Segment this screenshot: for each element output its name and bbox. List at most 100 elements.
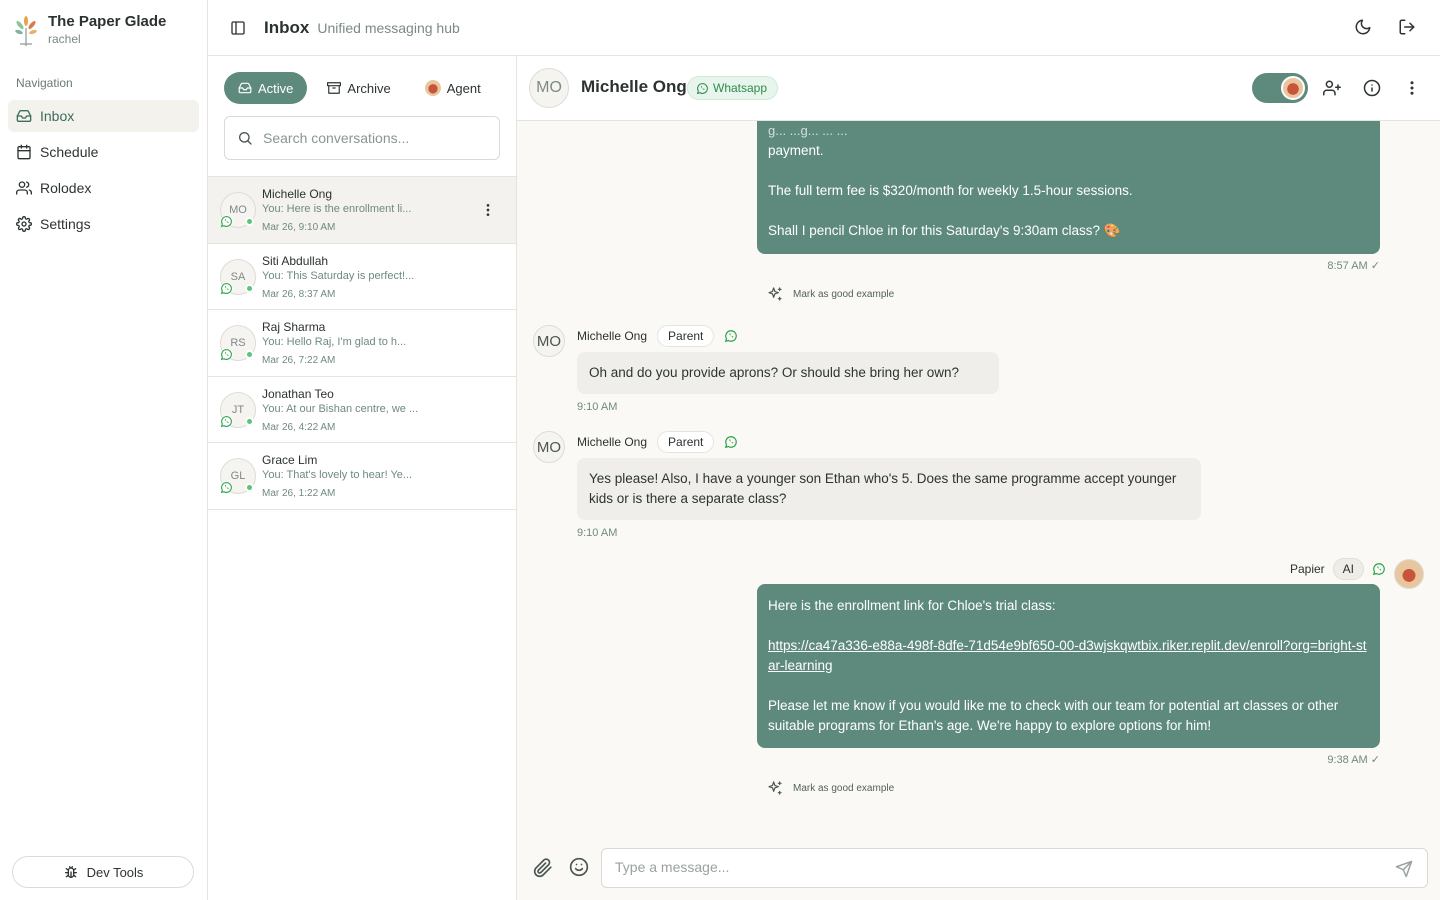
mark-good-example-button[interactable]: Mark as good example bbox=[767, 286, 894, 302]
mark-good-label: Mark as good example bbox=[793, 288, 895, 300]
conversation-item[interactable]: MO Michelle Ong You: Here is the enrollm… bbox=[208, 177, 516, 244]
online-indicator bbox=[245, 217, 254, 226]
inbox-icon bbox=[238, 82, 252, 94]
nav-item-label: Settings bbox=[40, 216, 91, 232]
conversation-item[interactable]: RS Raj Sharma You: Hello Raj, I'm glad t… bbox=[208, 310, 516, 377]
paperclip-icon[interactable] bbox=[533, 858, 553, 878]
dev-tools-button[interactable]: Dev Tools bbox=[12, 856, 194, 888]
sender-line: Michelle Ong Parent bbox=[577, 431, 738, 453]
ai-badge: AI bbox=[1332, 558, 1364, 580]
enrollment-link[interactable]: https://ca47a336-e88a-498f-8dfe-71d54e9b… bbox=[768, 638, 1367, 673]
tab-archive[interactable]: Archive bbox=[313, 72, 404, 104]
online-indicator bbox=[245, 416, 254, 426]
page-title: Inbox bbox=[264, 17, 310, 37]
contact-name: Michelle Ong bbox=[581, 77, 687, 96]
conversation-preview: You: This Saturday is perfect!... bbox=[262, 269, 415, 282]
left-nav: The Paper Glade rachel Navigation Inbox … bbox=[0, 0, 208, 900]
app-root: The Paper Glade rachel Navigation Inbox … bbox=[0, 0, 1440, 900]
message-text: The full term fee is $320/month for week… bbox=[768, 183, 1133, 198]
conversation-name: Raj Sharma bbox=[262, 320, 326, 334]
whatsapp-icon bbox=[696, 82, 708, 94]
tab-active[interactable]: Active bbox=[224, 72, 308, 104]
archive-icon bbox=[327, 82, 342, 94]
sender-avatar: MO bbox=[533, 431, 565, 463]
emoji-icon[interactable] bbox=[569, 857, 589, 877]
role-badge: Parent bbox=[657, 325, 715, 347]
conversation-name: Michelle Ong bbox=[262, 187, 333, 201]
search-input[interactable] bbox=[263, 130, 483, 146]
nav-heading: Navigation bbox=[16, 76, 73, 90]
logout-icon[interactable] bbox=[1398, 18, 1416, 36]
tab-label: Archive bbox=[347, 80, 391, 96]
online-indicator bbox=[245, 283, 254, 293]
sender-line: Papier AI bbox=[1290, 558, 1386, 580]
sender-name: Michelle Ong bbox=[577, 435, 648, 449]
incoming-message: Oh and do you provide aprons? Or should … bbox=[577, 352, 999, 394]
brand[interactable]: The Paper Glade rachel bbox=[14, 12, 166, 48]
mark-good-example-button[interactable]: Mark as good example bbox=[767, 780, 894, 796]
sender-name: Michelle Ong bbox=[577, 329, 648, 343]
message-thread: g... ...g... ... ... payment. The full t… bbox=[517, 121, 1440, 833]
whatsapp-icon bbox=[220, 415, 233, 427]
message-time: 9:10 AM bbox=[577, 527, 618, 539]
agent-avatar bbox=[424, 80, 441, 96]
conversation-item[interactable]: JT Jonathan Teo You: At our Bishan centr… bbox=[208, 377, 516, 443]
nav-item-label: Schedule bbox=[40, 144, 99, 160]
more-vertical-icon[interactable] bbox=[1403, 79, 1421, 97]
sender-line: Michelle Ong Parent bbox=[577, 325, 738, 347]
nav-item-rolodex[interactable]: Rolodex bbox=[8, 172, 199, 204]
info-icon[interactable] bbox=[1363, 79, 1381, 97]
page-subtitle: Unified messaging hub bbox=[317, 19, 460, 36]
nav-item-label: Inbox bbox=[40, 108, 75, 124]
message-text-partial: g... ...g... ... ... bbox=[768, 125, 848, 138]
more-vertical-icon[interactable] bbox=[480, 202, 496, 218]
outgoing-message: g... ...g... ... ... payment. The full t… bbox=[757, 121, 1380, 254]
message-input[interactable] bbox=[615, 859, 1375, 875]
mark-good-label: Mark as good example bbox=[793, 782, 895, 794]
conversation-time: Mar 26, 9:10 AM bbox=[262, 222, 336, 233]
message-time: 8:57 AM ✓ bbox=[1327, 260, 1380, 272]
nav-item-inbox[interactable]: Inbox bbox=[8, 100, 199, 132]
conversation-list: MO Michelle Ong You: Here is the enrollm… bbox=[208, 176, 516, 510]
whatsapp-icon bbox=[1372, 563, 1385, 576]
conversation-name: Grace Lim bbox=[262, 453, 318, 467]
whatsapp-icon bbox=[220, 215, 233, 228]
user-plus-icon[interactable] bbox=[1323, 79, 1341, 97]
send-icon[interactable] bbox=[1395, 860, 1413, 878]
brand-user: rachel bbox=[48, 32, 81, 46]
whatsapp-icon bbox=[725, 436, 738, 449]
chat-header-actions bbox=[1323, 79, 1421, 97]
message-time: 9:10 AM bbox=[577, 401, 618, 413]
inbox-icon bbox=[16, 110, 32, 122]
conversation-tabs: Active Archive Agent bbox=[224, 72, 495, 104]
nav-item-schedule[interactable]: Schedule bbox=[8, 136, 199, 168]
message-text: payment. bbox=[768, 143, 824, 158]
dev-tools-label: Dev Tools bbox=[86, 864, 144, 880]
channel-label: Whatsapp bbox=[713, 81, 768, 95]
tab-agent[interactable]: Agent bbox=[411, 72, 495, 104]
sender-avatar: MO bbox=[533, 325, 565, 357]
channel-badge: Whatsapp bbox=[687, 76, 779, 100]
ai-agent-toggle[interactable] bbox=[1252, 73, 1308, 103]
conversation-panel: Active Archive Agent MO Michelle Ong You… bbox=[208, 56, 517, 900]
message-input-wrapper bbox=[601, 848, 1428, 888]
conversation-preview: You: Hello Raj, I'm glad to h... bbox=[262, 336, 407, 348]
users-icon bbox=[16, 181, 32, 195]
conversation-item[interactable]: GL Grace Lim You: That's lovely to hear!… bbox=[208, 443, 516, 510]
brand-name: The Paper Glade bbox=[48, 13, 167, 30]
tab-label: Agent bbox=[446, 80, 481, 96]
top-bar: Inbox Unified messaging hub bbox=[208, 0, 1440, 56]
nav-item-label: Rolodex bbox=[40, 180, 92, 196]
nav-item-settings[interactable]: Settings bbox=[8, 208, 199, 240]
chat-header: MO Michelle Ong Whatsapp bbox=[517, 56, 1440, 121]
agent-avatar bbox=[1394, 559, 1424, 589]
conversation-name: Siti Abdullah bbox=[262, 253, 329, 268]
tab-label: Active bbox=[258, 80, 294, 96]
conversation-time: Mar 26, 8:37 AM bbox=[262, 288, 336, 300]
conversation-item[interactable]: SA Siti Abdullah You: This Saturday is p… bbox=[208, 244, 516, 310]
moon-icon[interactable] bbox=[1354, 18, 1372, 36]
logo-icon bbox=[15, 16, 37, 46]
search-box bbox=[224, 116, 500, 160]
sidebar-toggle-icon[interactable] bbox=[230, 20, 246, 36]
sparkles-icon bbox=[768, 287, 782, 301]
